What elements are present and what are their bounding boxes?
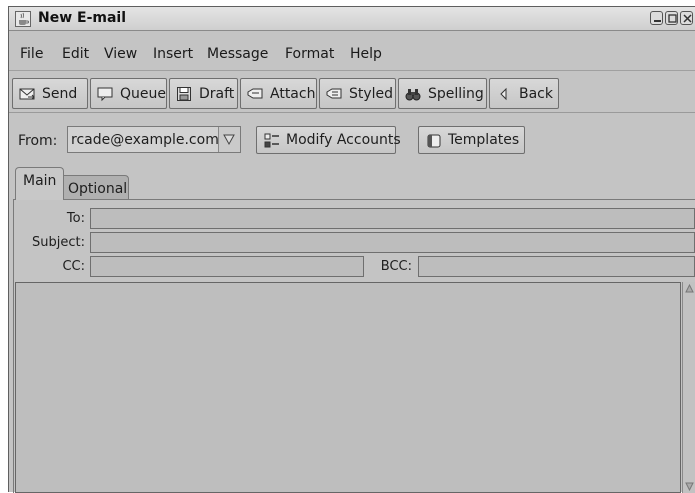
menu-view[interactable]: View xyxy=(104,46,137,62)
from-account-value: rcade@example.com xyxy=(71,132,219,148)
cc-field[interactable] xyxy=(90,256,364,277)
modify-accounts-button[interactable]: Modify Accounts xyxy=(256,126,401,154)
close-button[interactable] xyxy=(680,11,693,25)
queue-label: Queue xyxy=(120,86,166,102)
draft-button[interactable]: Draft xyxy=(169,78,238,109)
spelling-button[interactable]: Spelling xyxy=(398,78,487,109)
send-label: Send xyxy=(42,86,78,102)
attach-label: Attach xyxy=(270,86,316,102)
bcc-field[interactable] xyxy=(418,256,695,277)
send-icon xyxy=(19,88,35,100)
binoculars-icon xyxy=(405,89,421,101)
modify-accounts-label: Modify Accounts xyxy=(286,132,401,148)
templates-label: Templates xyxy=(448,132,520,148)
templates-icon xyxy=(427,134,441,148)
cc-label: CC: xyxy=(62,259,85,274)
styled-label: Styled xyxy=(349,86,394,102)
close-icon xyxy=(683,14,692,23)
back-button[interactable]: Back xyxy=(489,78,559,109)
styled-button[interactable]: Styled xyxy=(319,78,396,109)
message-body-textarea[interactable] xyxy=(15,282,681,493)
menu-format[interactable]: Format xyxy=(285,46,334,62)
menu-message[interactable]: Message xyxy=(207,46,268,62)
menu-insert[interactable]: Insert xyxy=(153,46,193,62)
email-compose-window: New E-mail File Edit View Insert Message… xyxy=(8,6,695,493)
bcc-label: BCC: xyxy=(380,259,412,274)
minimize-icon xyxy=(654,20,661,22)
send-button[interactable]: Send xyxy=(12,78,88,109)
scroll-up-arrow-icon[interactable] xyxy=(685,284,694,293)
from-label: From: xyxy=(18,133,58,149)
queue-icon xyxy=(97,87,113,102)
templates-button[interactable]: Templates xyxy=(418,126,525,154)
from-account-dropdown[interactable]: rcade@example.com xyxy=(67,126,241,153)
java-cup-icon xyxy=(15,11,31,27)
tab-main-label: Main xyxy=(23,173,57,189)
dropdown-arrow-button[interactable] xyxy=(218,127,240,152)
body-vertical-scrollbar[interactable] xyxy=(682,282,695,493)
queue-button[interactable]: Queue xyxy=(90,78,167,109)
back-arrow-icon xyxy=(500,87,507,101)
dropdown-arrow-icon xyxy=(223,134,235,146)
subject-field[interactable] xyxy=(90,232,695,253)
menu-edit[interactable]: Edit xyxy=(62,46,89,62)
minimize-button[interactable] xyxy=(650,11,663,25)
attach-button[interactable]: Attach xyxy=(240,78,317,109)
maximize-icon xyxy=(668,14,677,23)
maximize-button[interactable] xyxy=(665,11,678,25)
back-label: Back xyxy=(519,86,553,102)
tab-optional[interactable]: Optional xyxy=(60,175,129,200)
to-field[interactable] xyxy=(90,208,695,229)
to-label: To: xyxy=(66,211,85,226)
menu-bar: File Edit View Insert Message Format Hel… xyxy=(9,35,695,71)
draft-label: Draft xyxy=(199,86,235,102)
spelling-label: Spelling xyxy=(428,86,484,102)
paperclip-icon xyxy=(247,88,263,99)
tab-main[interactable]: Main xyxy=(15,167,64,200)
menu-help[interactable]: Help xyxy=(350,46,382,62)
window-title: New E-mail xyxy=(38,10,127,26)
subject-label: Subject: xyxy=(32,235,85,250)
menu-file[interactable]: File xyxy=(20,46,43,62)
toolbar: Send Queue Draft Attach Styled Spelling … xyxy=(9,73,695,113)
scroll-down-arrow-icon[interactable] xyxy=(685,482,694,491)
floppy-disk-icon xyxy=(177,87,191,101)
styled-icon xyxy=(326,88,342,99)
tab-optional-label: Optional xyxy=(68,181,128,197)
title-bar[interactable]: New E-mail xyxy=(9,7,695,31)
accounts-icon xyxy=(264,133,279,148)
